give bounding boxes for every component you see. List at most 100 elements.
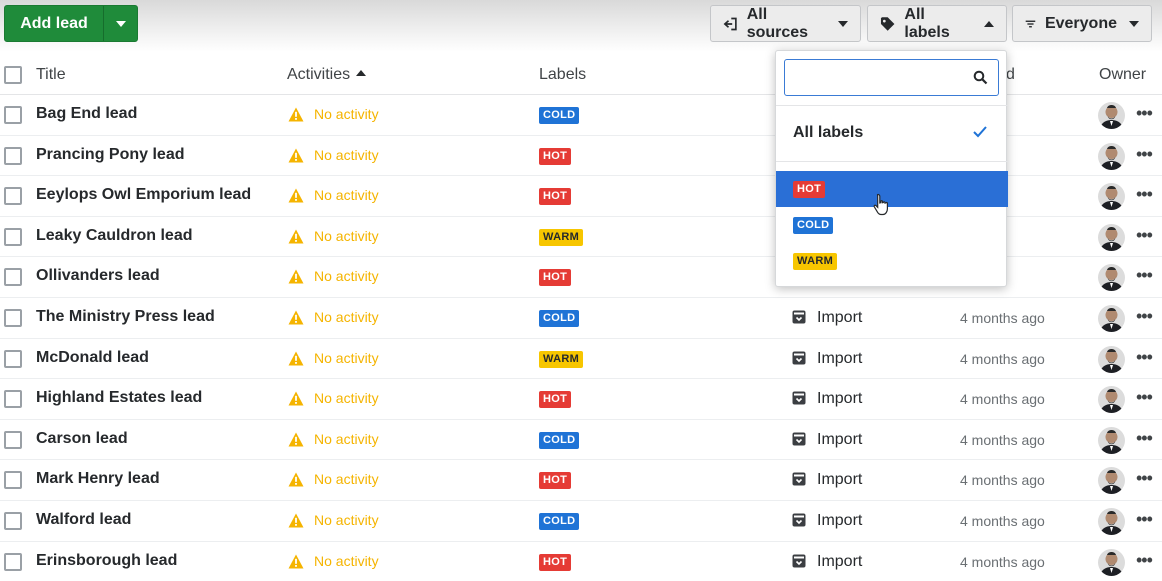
row-checkbox[interactable]: [4, 227, 22, 246]
more-options-icon[interactable]: •••: [1136, 306, 1153, 327]
row-checkbox[interactable]: [4, 552, 22, 571]
activity-status[interactable]: No activity: [314, 390, 379, 406]
more-options-icon[interactable]: •••: [1136, 103, 1153, 124]
label-option-cold[interactable]: COLD: [776, 207, 1008, 243]
row-checkbox[interactable]: [4, 471, 22, 490]
more-options-icon[interactable]: •••: [1136, 428, 1153, 449]
sources-filter-label: All sources: [746, 5, 809, 41]
hand-pointer-icon: [873, 193, 888, 216]
more-options-icon[interactable]: •••: [1136, 144, 1153, 165]
more-options-icon[interactable]: •••: [1136, 347, 1153, 368]
owner-avatar[interactable]: [1098, 142, 1125, 170]
label-option-hot[interactable]: HOT: [776, 171, 1008, 207]
row-checkbox[interactable]: [4, 349, 22, 368]
more-options-icon[interactable]: •••: [1136, 225, 1153, 246]
activity-status[interactable]: No activity: [314, 431, 379, 447]
add-lead-options-button[interactable]: [104, 6, 137, 41]
lead-title-link[interactable]: Mark Henry lead: [36, 470, 160, 488]
more-options-icon[interactable]: •••: [1136, 184, 1153, 205]
owner-filter-button[interactable]: Everyone: [1012, 5, 1152, 42]
row-checkbox[interactable]: [4, 430, 22, 449]
warning-icon: [288, 554, 304, 569]
owner-avatar[interactable]: [1098, 305, 1125, 332]
row-checkbox[interactable]: [4, 187, 22, 206]
row-checkbox[interactable]: [4, 268, 22, 287]
activity-status[interactable]: No activity: [314, 471, 379, 487]
lead-title-link[interactable]: Walford lead: [36, 511, 131, 529]
column-activities[interactable]: Activities: [287, 66, 367, 84]
label-search-input[interactable]: [793, 60, 973, 93]
table-row[interactable]: Highland Estates lead No activity HOT Im…: [0, 379, 1162, 420]
table-row[interactable]: Carson lead No activity COLD Import 4 mo…: [0, 420, 1162, 461]
label-badge: HOT: [539, 147, 572, 165]
table-row[interactable]: Mark Henry lead No activity HOT Import 4…: [0, 460, 1162, 501]
chevron-down-icon: [1129, 20, 1139, 27]
activity-status[interactable]: No activity: [314, 147, 379, 163]
lead-title-link[interactable]: Ollivanders lead: [36, 267, 160, 285]
owner-avatar[interactable]: [1098, 426, 1125, 454]
sources-filter-button[interactable]: All sources: [710, 5, 861, 42]
column-owner[interactable]: Owner: [1099, 66, 1146, 84]
more-options-icon[interactable]: •••: [1136, 265, 1153, 286]
more-options-icon[interactable]: •••: [1136, 468, 1153, 489]
more-options-icon[interactable]: •••: [1136, 550, 1153, 571]
table-row[interactable]: Erinsborough lead No activity HOT Import…: [0, 542, 1162, 581]
column-title[interactable]: Title: [36, 66, 66, 84]
owner-avatar[interactable]: [1098, 508, 1125, 535]
add-lead-button[interactable]: Add lead: [5, 6, 103, 41]
import-box-icon: [792, 554, 806, 568]
column-created[interactable]: d: [1006, 66, 1015, 84]
table-row[interactable]: Walford lead No activity COLD Import 4 m…: [0, 501, 1162, 542]
label-badge: COLD: [539, 107, 580, 124]
more-options-icon[interactable]: •••: [1136, 509, 1153, 530]
labels-filter-button[interactable]: All labels: [867, 5, 1007, 42]
row-checkbox[interactable]: [4, 309, 22, 327]
column-labels[interactable]: Labels: [539, 66, 586, 84]
created-time: 4 months ago: [960, 350, 1045, 367]
activity-status[interactable]: No activity: [314, 512, 379, 528]
activity-status[interactable]: No activity: [314, 106, 379, 122]
lead-title-link[interactable]: The Ministry Press lead: [36, 308, 215, 326]
activity-status[interactable]: No activity: [314, 187, 379, 203]
activity-status[interactable]: No activity: [314, 309, 379, 325]
created-time: 4 months ago: [960, 553, 1045, 570]
owner-avatar[interactable]: [1098, 345, 1125, 373]
source-text: Import: [817, 430, 863, 448]
source-text: Import: [817, 309, 863, 326]
lead-title-link[interactable]: Carson lead: [36, 430, 128, 448]
activity-status[interactable]: No activity: [314, 350, 379, 366]
warning-icon: [288, 269, 304, 284]
select-all-checkbox[interactable]: [4, 66, 22, 84]
owner-avatar[interactable]: [1098, 264, 1125, 292]
owner-avatar[interactable]: [1098, 467, 1125, 495]
table-row[interactable]: The Ministry Press lead No activity COLD…: [0, 298, 1162, 339]
lead-title-link[interactable]: Eeylops Owl Emporium lead: [36, 186, 251, 204]
owner-avatar[interactable]: [1098, 102, 1125, 129]
person-avatar-icon: [1098, 264, 1125, 292]
owner-avatar[interactable]: [1098, 223, 1125, 251]
lead-title-link[interactable]: Erinsborough lead: [36, 552, 177, 570]
owner-avatar[interactable]: [1098, 548, 1125, 576]
label-option-warm[interactable]: WARM: [776, 243, 1008, 279]
activity-status[interactable]: No activity: [314, 228, 379, 244]
activity-status[interactable]: No activity: [314, 553, 379, 569]
lead-title-link[interactable]: Bag End lead: [36, 105, 137, 123]
row-checkbox[interactable]: [4, 106, 22, 124]
lead-title-link[interactable]: Leaky Cauldron lead: [36, 227, 193, 245]
source-text: Import: [817, 349, 863, 367]
lead-title-link[interactable]: Prancing Pony lead: [36, 146, 184, 164]
lead-title-link[interactable]: Highland Estates lead: [36, 389, 202, 407]
labels-filter-label: All labels: [904, 5, 950, 41]
row-checkbox[interactable]: [4, 146, 22, 165]
owner-avatar[interactable]: [1098, 183, 1125, 211]
toolbar: Add lead All sources All labels Everyone: [0, 0, 1162, 52]
lead-title-link[interactable]: McDonald lead: [36, 349, 149, 367]
table-row[interactable]: McDonald lead No activity WARM Import 4 …: [0, 339, 1162, 380]
more-options-icon[interactable]: •••: [1136, 387, 1153, 408]
row-checkbox[interactable]: [4, 390, 22, 409]
check-icon: [973, 126, 987, 138]
row-checkbox[interactable]: [4, 512, 22, 530]
owner-avatar[interactable]: [1098, 386, 1125, 414]
activity-status[interactable]: No activity: [314, 268, 379, 284]
all-labels-option[interactable]: All labels: [776, 113, 1008, 153]
